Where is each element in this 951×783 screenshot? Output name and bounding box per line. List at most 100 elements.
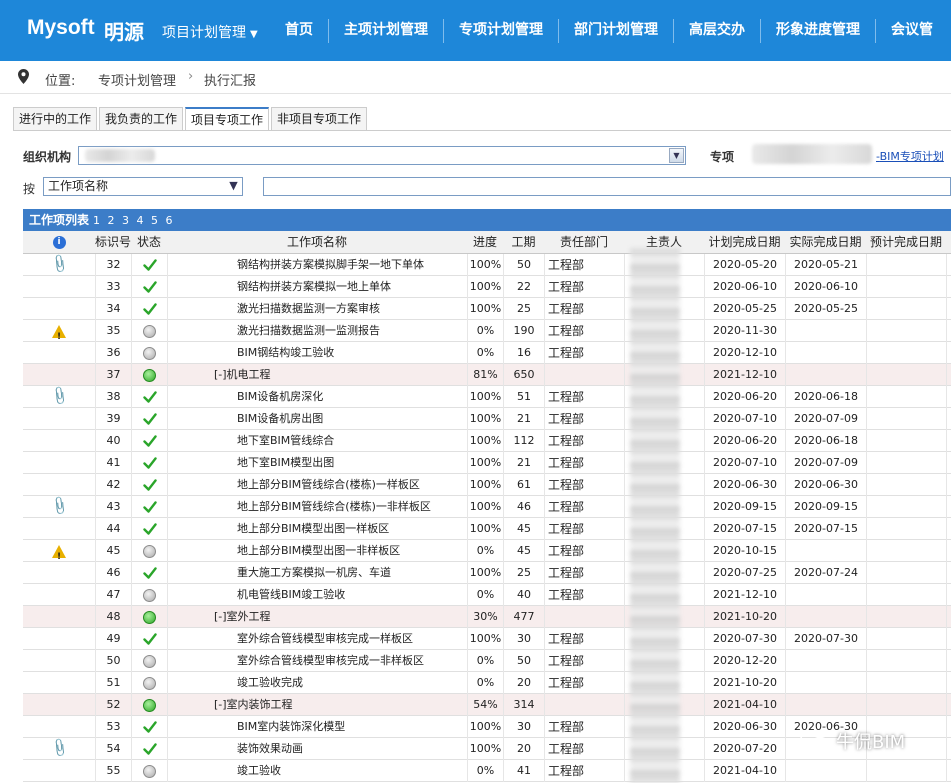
table-row[interactable]: 48 [-]室外工程 30% 477 2021-10-20: [23, 606, 951, 628]
nav-progress[interactable]: 形象进度管理: [761, 0, 875, 61]
column-header-progress[interactable]: 进度: [467, 231, 503, 254]
table-row[interactable]: 35 激光扫描数据监测一监测报告0%190工程部 2020-11-30: [23, 320, 951, 342]
row-name[interactable]: 室外综合管线模型审核完成一非样板区: [167, 650, 467, 672]
row-name[interactable]: 地下室BIM模型出图: [167, 452, 467, 474]
row-name[interactable]: 激光扫描数据监测一监测报告: [167, 320, 467, 342]
row-name[interactable]: 激光扫描数据监测一方案审核: [167, 298, 467, 320]
row-id: 32: [95, 254, 131, 276]
column-header-status[interactable]: 状态: [131, 231, 167, 254]
nav-home[interactable]: 首页: [270, 0, 328, 61]
table-row[interactable]: 41 地下室BIM模型出图 100% 21 工程部 2020-07-10 2020-07-0…: [23, 452, 951, 474]
table-row[interactable]: 50 室外综合管线模型审核完成一非样板区 0% 50 工程部 2020-12-20: [23, 650, 951, 672]
nav-meeting[interactable]: 会议管: [876, 0, 948, 61]
row-name[interactable]: 装饰效果动画: [167, 738, 467, 760]
column-header-dept[interactable]: 责任部门: [544, 231, 624, 254]
row-progress: 100%: [467, 716, 503, 738]
row-name[interactable]: [-]室内装饰工程: [167, 694, 467, 716]
tab-my-work[interactable]: 我负责的工作: [99, 107, 184, 130]
special-label: 专项: [710, 150, 735, 164]
row-name[interactable]: 地上部分BIM管线综合(楼栋)一样板区: [167, 474, 467, 496]
column-header-actual-date[interactable]: 实际完成日期: [785, 231, 866, 254]
table-row[interactable]: 46 重大施工方案模拟一机房、车道 100% 25 工程部 2020-07-25 2020-…: [23, 562, 951, 584]
tab-non-project-special[interactable]: 非项目专项工作: [271, 107, 368, 130]
row-dept: 工程部: [544, 386, 624, 408]
row-name[interactable]: BIM设备机房深化: [167, 386, 467, 408]
row-dept: 工程部: [544, 650, 624, 672]
pagination[interactable]: 1 2 3 4 5 6: [93, 214, 174, 227]
table-row[interactable]: 44 地上部分BIM模型出图一样板区 100% 45 工程部 2020-07-15 2020…: [23, 518, 951, 540]
paperclip-icon[interactable]: 📎: [46, 386, 72, 408]
table-row[interactable]: 33 钢结构拼装方案模拟一地上单体 100% 22 工程部 2020-06-10 2020-…: [23, 276, 951, 298]
row-name[interactable]: 地上部分BIM模型出图一非样板区: [167, 540, 467, 562]
row-duration: 21: [503, 408, 544, 430]
row-dept: 工程部: [544, 716, 624, 738]
row-dept: 工程部: [544, 738, 624, 760]
paperclip-icon[interactable]: 📎: [46, 738, 72, 760]
table-row[interactable]: 📎 38 BIM设备机房深化 100% 51 工程部 2020-06-20 2020-06-1…: [23, 386, 951, 408]
row-name[interactable]: BIM钢结构竣工验收: [167, 342, 467, 364]
search-input[interactable]: [263, 177, 951, 196]
row-name[interactable]: 机电管线BIM竣工验收: [167, 584, 467, 606]
table-row[interactable]: 51 竣工验收完成 0% 20 工程部 2021-10-20: [23, 672, 951, 694]
row-plan-date: 2021-04-10: [704, 694, 785, 716]
column-header-expected-date[interactable]: 预计完成日期: [866, 231, 946, 254]
row-extra: [946, 760, 951, 782]
row-name[interactable]: [-]机电工程: [167, 364, 467, 386]
bim-plan-link[interactable]: -BIM专项计划: [876, 148, 944, 164]
row-name[interactable]: 钢结构拼装方案模拟脚手架一地下单体: [167, 254, 467, 276]
table-row[interactable]: 34 激光扫描数据监测一方案审核 100% 25 工程部 2020-05-25 2020-0…: [23, 298, 951, 320]
table-row[interactable]: 39 BIM设备机房出图 100% 21 工程部 2020-07-10 2020-07-09: [23, 408, 951, 430]
paperclip-icon[interactable]: 📎: [46, 496, 72, 518]
row-name[interactable]: BIM设备机房出图: [167, 408, 467, 430]
row-id: 50: [95, 650, 131, 672]
table-row[interactable]: 47 机电管线BIM竣工验收 0% 40 工程部 2021-12-10: [23, 584, 951, 606]
row-name[interactable]: 重大施工方案模拟一机房、车道: [167, 562, 467, 584]
table-row[interactable]: 55 竣工验收 0% 41 工程部 2021-04-10: [23, 760, 951, 782]
row-flag: 📎: [23, 496, 95, 518]
row-name[interactable]: [-]室外工程: [167, 606, 467, 628]
tab-project-special[interactable]: 项目专项工作: [185, 107, 270, 131]
row-name[interactable]: 竣工验收: [167, 760, 467, 782]
table-row[interactable]: 52 [-]室内装饰工程 54% 314 2021-04-10: [23, 694, 951, 716]
field-select[interactable]: 工作项名称 ▼: [43, 177, 243, 196]
row-plan-date: 2020-09-15: [704, 496, 785, 518]
top-nav-bar: Mysoft 明源 项目计划管理 ▼ 首页 主项计划管理 专项计划管理 部门计划管…: [0, 0, 951, 61]
row-name[interactable]: BIM室内装饰深化模型: [167, 716, 467, 738]
row-progress: 54%: [467, 694, 503, 716]
column-header-name[interactable]: 工作项名称: [167, 231, 467, 254]
breadcrumb-item-special-plan[interactable]: 专项计划管理: [98, 70, 176, 89]
org-select[interactable]: ▼: [78, 146, 686, 165]
status-gray-dot-icon: [143, 324, 156, 338]
row-actual-date: 2020-06-10: [785, 276, 866, 298]
table-row[interactable]: 📎 32 钢结构拼装方案模拟脚手架一地下单体 100% 50 工程部 2020-05-20 2…: [23, 254, 951, 276]
redacted-special: [752, 144, 872, 164]
row-status: [131, 496, 167, 518]
row-id: 46: [95, 562, 131, 584]
nav-special-plan[interactable]: 专项计划管理: [444, 0, 558, 61]
table-row[interactable]: 37 [-]机电工程 81% 650 2021-12-10: [23, 364, 951, 386]
table-row[interactable]: 📎 43 地上部分BIM管线综合(楼栋)一非样板区 100% 46 工程部 2020-09-…: [23, 496, 951, 518]
column-header-id[interactable]: 标识号: [95, 231, 131, 254]
row-name[interactable]: 地下室BIM管线综合: [167, 430, 467, 452]
table-row[interactable]: 49 室外综合管线模型审核完成一样板区 100% 30 工程部 2020-07-30 202…: [23, 628, 951, 650]
nav-exec-assign[interactable]: 高层交办: [674, 0, 760, 61]
paperclip-icon[interactable]: 📎: [46, 254, 72, 276]
row-name[interactable]: 地上部分BIM管线综合(楼栋)一非样板区: [167, 496, 467, 518]
row-name[interactable]: 竣工验收完成: [167, 672, 467, 694]
table-row[interactable]: 36 BIM钢结构竣工验收 0% 16 工程部 2020-12-10: [23, 342, 951, 364]
table-row[interactable]: 40 地下室BIM管线综合 100% 112 工程部 2020-06-20 2020-06-…: [23, 430, 951, 452]
table-row[interactable]: 45地上部分BIM模型出图一非样板区0%45工程部2020-10-15: [23, 540, 951, 562]
tab-in-progress[interactable]: 进行中的工作: [13, 107, 98, 130]
nav-dept-plan[interactable]: 部门计划管理: [559, 0, 673, 61]
column-header-duration[interactable]: 工期: [503, 231, 544, 254]
row-name[interactable]: 钢结构拼装方案模拟一地上单体: [167, 276, 467, 298]
row-name[interactable]: 地上部分BIM模型出图一样板区: [167, 518, 467, 540]
module-selector[interactable]: 项目计划管理 ▼: [162, 22, 258, 42]
nav-master-plan[interactable]: 主项计划管理: [329, 0, 443, 61]
table-row[interactable]: 42 地上部分BIM管线综合(楼栋)一样板区 100% 61 工程部 2020-06-30…: [23, 474, 951, 496]
row-dept: 工程部: [544, 562, 624, 584]
row-name[interactable]: 室外综合管线模型审核完成一样板区: [167, 628, 467, 650]
row-duration: 50: [503, 254, 544, 276]
column-header-plan-date[interactable]: 计划完成日期: [704, 231, 785, 254]
row-flag: [23, 474, 95, 496]
